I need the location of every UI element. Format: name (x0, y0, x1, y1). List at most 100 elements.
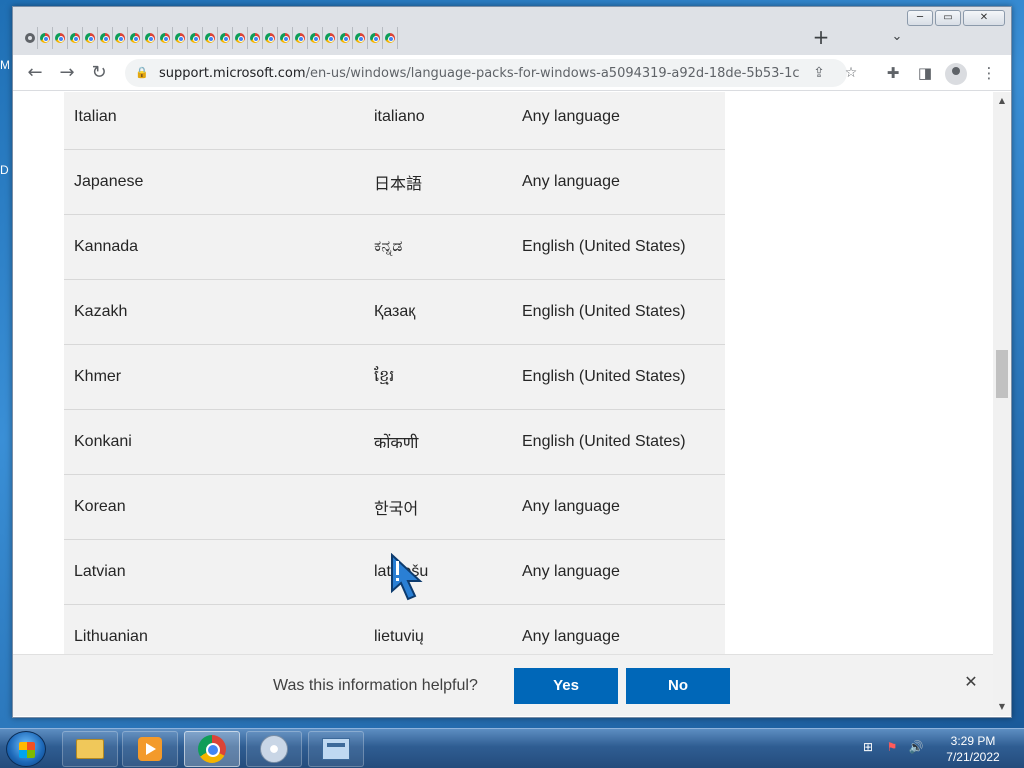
action-center-flag-icon[interactable]: ⚑ (884, 739, 900, 755)
base-language-cell: English (United States) (522, 433, 686, 450)
browser-window: + ⌄ ─ ▭ ✕ ← → ↻ 🔒 support.microsoft.com/… (12, 6, 1012, 718)
system-tray: ⊞ ⚑ 🔊 (860, 739, 924, 755)
base-language-cell: English (United States) (522, 368, 686, 385)
native-name-cell: ខ្មែរ (374, 368, 395, 385)
scroll-down-arrow-icon[interactable]: ▼ (993, 700, 1011, 714)
close-window-button[interactable]: ✕ (963, 10, 1005, 26)
tab-favicon-google[interactable] (293, 27, 308, 49)
browser-toolbar: ← → ↻ 🔒 support.microsoft.com/en-us/wind… (13, 55, 1011, 91)
tab-favicon-google[interactable] (248, 27, 263, 49)
language-name-cell: Konkani (74, 433, 132, 450)
tab-favicon-google[interactable] (113, 27, 128, 49)
google-icon (130, 33, 140, 43)
google-icon (340, 33, 350, 43)
base-language-cell: English (United States) (522, 238, 686, 255)
tab-favicon-google[interactable] (143, 27, 158, 49)
tab-favicon-google[interactable] (338, 27, 353, 49)
back-icon[interactable]: ← (23, 61, 47, 85)
google-icon (385, 33, 395, 43)
feedback-yes-button[interactable]: Yes (514, 668, 618, 704)
tab-favicon-google[interactable] (233, 27, 248, 49)
language-name-cell: Khmer (74, 368, 122, 385)
minimize-button[interactable]: ─ (907, 10, 933, 26)
control-panel-icon (322, 738, 350, 760)
bookmark-star-icon[interactable]: ☆ (839, 61, 863, 85)
language-name-cell: Kazakh (74, 303, 128, 320)
chrome-gray-icon (25, 33, 35, 43)
google-icon (310, 33, 320, 43)
native-name-cell: italiano (374, 108, 425, 125)
tab-favicon-google[interactable] (203, 27, 218, 49)
menu-kebab-icon[interactable]: ⋮ (977, 61, 1001, 85)
taskbar-explorer[interactable] (62, 731, 118, 767)
taskbar-clock[interactable]: 3:29 PM 7/21/2022 (940, 733, 1006, 765)
native-name-cell: कोंकणी (374, 435, 419, 452)
tab-favicon-google[interactable] (128, 27, 143, 49)
language-name-cell: Korean (74, 498, 126, 515)
tab-favicon-google[interactable] (158, 27, 173, 49)
google-icon (160, 33, 170, 43)
tab-favicon-google[interactable] (263, 27, 278, 49)
address-bar[interactable]: 🔒 support.microsoft.com/en-us/windows/la… (125, 59, 857, 87)
tab-favicon-google[interactable] (83, 27, 98, 49)
page-scrollbar[interactable]: ▲ ▼ (993, 92, 1011, 716)
network-icon[interactable]: ⊞ (860, 739, 876, 755)
native-name-cell: Қазақ (374, 303, 416, 320)
feedback-close-icon[interactable]: ✕ (961, 672, 981, 692)
tab-favicon-google[interactable] (188, 27, 203, 49)
volume-icon[interactable]: 🔊 (908, 739, 924, 755)
tab-favicon-google[interactable] (68, 27, 83, 49)
tab-favicon-google[interactable] (323, 27, 338, 49)
tab-favicon-google[interactable] (53, 27, 68, 49)
google-icon (40, 33, 50, 43)
table-row: Japanese 日本語 Any language (64, 150, 725, 215)
tab-favicon-google[interactable] (353, 27, 368, 49)
tab-favicon-google[interactable] (383, 27, 398, 49)
base-language-cell: Any language (522, 108, 620, 125)
extensions-icon[interactable]: ✚ (881, 61, 905, 85)
new-tab-button[interactable]: + (809, 25, 833, 49)
tab-favicon-google[interactable] (38, 27, 53, 49)
profile-avatar-icon[interactable] (945, 63, 967, 85)
native-name-cell: 한국어 (374, 501, 419, 518)
lock-icon: 🔒 (135, 66, 149, 79)
tab-favicon-google[interactable] (368, 27, 383, 49)
language-name-cell: Latvian (74, 563, 126, 580)
maximize-button[interactable]: ▭ (935, 10, 961, 26)
language-name-cell: Italian (74, 108, 117, 125)
taskbar-media-player[interactable] (122, 731, 178, 767)
scroll-up-arrow-icon[interactable]: ▲ (993, 94, 1011, 108)
feedback-no-button[interactable]: No (626, 668, 730, 704)
google-icon (55, 33, 65, 43)
base-language-cell: Any language (522, 498, 620, 515)
busy-cursor-icon (391, 553, 423, 601)
google-icon (280, 33, 290, 43)
start-button[interactable] (6, 731, 46, 767)
tab-search-button[interactable]: ⌄ (885, 25, 909, 49)
scroll-thumb[interactable] (996, 350, 1008, 398)
feedback-question: Was this information helpful? (273, 677, 478, 694)
reload-icon[interactable]: ↻ (87, 61, 111, 85)
tab-favicon-chrome[interactable] (23, 27, 38, 49)
tab-favicon-google[interactable] (218, 27, 233, 49)
base-language-cell: Any language (522, 173, 620, 190)
tab-favicon-google[interactable] (308, 27, 323, 49)
google-icon (220, 33, 230, 43)
taskbar-chrome[interactable] (184, 731, 240, 767)
base-language-cell: Any language (522, 563, 620, 580)
table-row: Lithuanian lietuvių Any language (64, 605, 725, 654)
forward-icon[interactable]: → (55, 61, 79, 85)
google-icon (100, 33, 110, 43)
tab-favicon-google[interactable] (98, 27, 113, 49)
tab-strip: + ⌄ ─ ▭ ✕ (13, 7, 1011, 55)
language-name-cell: Lithuanian (74, 628, 148, 645)
taskbar-disc-app[interactable] (246, 731, 302, 767)
side-panel-icon[interactable]: ◨ (913, 61, 937, 85)
table-row: Italian italiano Any language (64, 92, 725, 150)
taskbar-control-panel[interactable] (308, 731, 364, 767)
google-icon (70, 33, 80, 43)
google-icon (325, 33, 335, 43)
tab-favicon-google[interactable] (278, 27, 293, 49)
share-icon[interactable]: ⇪ (807, 61, 831, 85)
tab-favicon-google[interactable] (173, 27, 188, 49)
